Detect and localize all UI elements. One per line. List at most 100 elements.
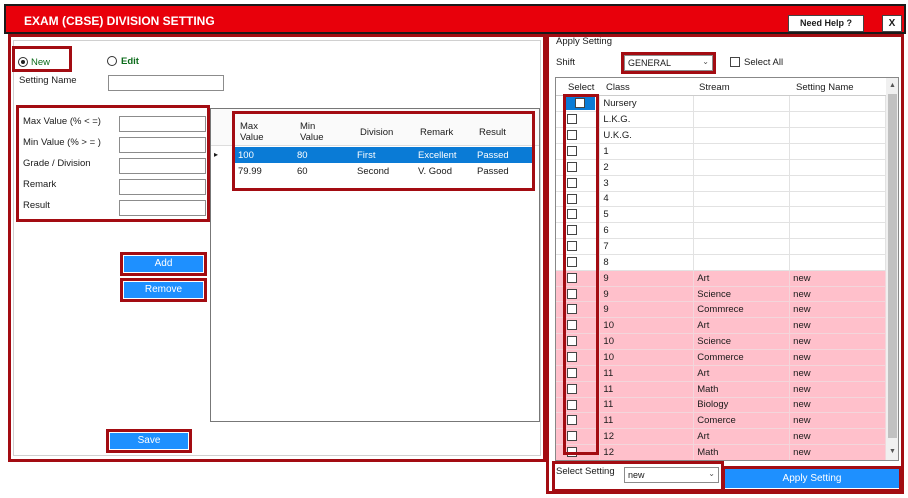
class-cell[interactable]: 10	[599, 317, 695, 335]
setting-name-cell[interactable]	[789, 111, 886, 129]
setting-name-input[interactable]	[108, 75, 224, 91]
setting-name-cell[interactable]: new	[789, 365, 886, 382]
class-row[interactable]: 10 Commerce new	[556, 349, 886, 366]
class-cell[interactable]: Nursery	[599, 96, 695, 113]
setting-name-cell[interactable]: new	[789, 428, 886, 446]
class-cell[interactable]: U.K.G.	[599, 127, 695, 145]
stream-cell[interactable]	[693, 111, 791, 129]
select-setting-dropdown[interactable]: new ⌄	[624, 467, 719, 483]
setting-name-cell[interactable]	[789, 238, 886, 255]
stream-cell[interactable]: Comerce	[693, 412, 791, 430]
class-cell[interactable]: 1	[599, 143, 695, 160]
class-row[interactable]: 9 Art new	[556, 270, 886, 287]
class-row[interactable]: 8	[556, 254, 886, 271]
select-all-label[interactable]: Select All	[744, 57, 783, 68]
scroll-down-icon[interactable]: ▼	[889, 448, 896, 455]
class-row[interactable]: 12 Math new	[556, 444, 886, 460]
stream-cell[interactable]	[693, 254, 791, 271]
setting-name-cell[interactable]	[789, 175, 886, 192]
setting-name-cell[interactable]	[789, 96, 886, 113]
stream-cell[interactable]	[693, 238, 791, 255]
setting-name-cell[interactable]: new	[789, 301, 886, 319]
setting-name-cell[interactable]	[789, 222, 886, 240]
setting-name-cell[interactable]: new	[789, 444, 886, 460]
stream-cell[interactable]: Science	[693, 286, 791, 303]
class-cell[interactable]: 11	[599, 381, 695, 398]
cell-result[interactable]: Passed	[477, 166, 509, 177]
class-cell[interactable]: 12	[599, 428, 695, 446]
class-row[interactable]: 2	[556, 159, 886, 176]
class-cell[interactable]: 5	[599, 206, 695, 224]
setting-name-cell[interactable]: new	[789, 270, 886, 287]
stream-cell[interactable]	[693, 159, 791, 176]
cell-division[interactable]: First	[357, 150, 375, 161]
stream-cell[interactable]	[693, 96, 791, 113]
setting-name-cell[interactable]	[789, 206, 886, 224]
stream-cell[interactable]: Art	[693, 317, 791, 335]
setting-name-cell[interactable]: new	[789, 333, 886, 350]
class-cell[interactable]: 7	[599, 238, 695, 255]
stream-cell[interactable]: Biology	[693, 397, 791, 414]
cell-remark[interactable]: Excellent	[418, 150, 457, 161]
stream-cell[interactable]	[693, 127, 791, 145]
class-cell[interactable]: 8	[599, 254, 695, 271]
class-row[interactable]: 11 Art new	[556, 365, 886, 382]
class-cell[interactable]: 9	[599, 286, 695, 303]
save-button[interactable]: Save	[110, 433, 188, 449]
setting-name-cell[interactable]: new	[789, 381, 886, 398]
cell-remark[interactable]: V. Good	[418, 166, 452, 177]
new-radio[interactable]	[18, 57, 28, 67]
cell-division[interactable]: Second	[357, 166, 389, 177]
class-row[interactable]: 11 Math new	[556, 381, 886, 398]
setting-name-cell[interactable]	[789, 143, 886, 160]
setting-name-cell[interactable]: new	[789, 412, 886, 430]
new-label[interactable]: New	[31, 57, 50, 68]
setting-name-cell[interactable]	[789, 191, 886, 208]
class-cell[interactable]: 4	[599, 191, 695, 208]
cell-result[interactable]: Passed	[477, 150, 509, 161]
setting-name-cell[interactable]: new	[789, 397, 886, 414]
class-row[interactable]: 10 Science new	[556, 333, 886, 350]
class-grid-scrollbar[interactable]: ▲ ▼	[886, 78, 898, 460]
scroll-thumb[interactable]	[888, 94, 897, 438]
min-value-input[interactable]	[119, 137, 206, 153]
stream-cell[interactable]	[693, 206, 791, 224]
class-cell[interactable]: 10	[599, 333, 695, 350]
max-value-input[interactable]	[119, 116, 206, 132]
cell-min[interactable]: 80	[297, 150, 308, 161]
class-cell[interactable]: 11	[599, 397, 695, 414]
class-row[interactable]: 11 Biology new	[556, 397, 886, 414]
setting-name-cell[interactable]	[789, 159, 886, 176]
shift-select[interactable]: GENERAL ⌄	[624, 55, 713, 71]
class-cell[interactable]: 10	[599, 349, 695, 366]
class-cell[interactable]: 11	[599, 365, 695, 382]
stream-cell[interactable]	[693, 222, 791, 240]
class-cell[interactable]: 6	[599, 222, 695, 240]
class-cell[interactable]: 9	[599, 301, 695, 319]
class-row[interactable]: 9 Commrece new	[556, 301, 886, 319]
setting-name-cell[interactable]	[789, 254, 886, 271]
stream-cell[interactable]: Art	[693, 365, 791, 382]
stream-cell[interactable]	[693, 175, 791, 192]
class-cell[interactable]: 11	[599, 412, 695, 430]
cell-max[interactable]: 100	[238, 150, 254, 161]
stream-cell[interactable]: Commerce	[693, 349, 791, 366]
class-cell[interactable]: 2	[599, 159, 695, 176]
class-row[interactable]: 5	[556, 206, 886, 224]
stream-cell[interactable]: Science	[693, 333, 791, 350]
cell-min[interactable]: 60	[297, 166, 308, 177]
cell-max[interactable]: 79.99	[238, 166, 262, 177]
add-button[interactable]: Add	[124, 256, 203, 272]
class-row[interactable]: U.K.G.	[556, 127, 886, 145]
class-row[interactable]: 1	[556, 143, 886, 160]
apply-setting-button[interactable]: Apply Setting	[725, 469, 899, 488]
stream-cell[interactable]: Art	[693, 270, 791, 287]
stream-cell[interactable]	[693, 191, 791, 208]
stream-cell[interactable]: Math	[693, 444, 791, 460]
close-button[interactable]: X	[882, 15, 902, 32]
class-row[interactable]: 3	[556, 175, 886, 192]
class-row[interactable]: 9 Science new	[556, 286, 886, 303]
class-cell[interactable]: 3	[599, 175, 695, 192]
stream-cell[interactable]: Math	[693, 381, 791, 398]
grade-input[interactable]	[119, 158, 206, 174]
